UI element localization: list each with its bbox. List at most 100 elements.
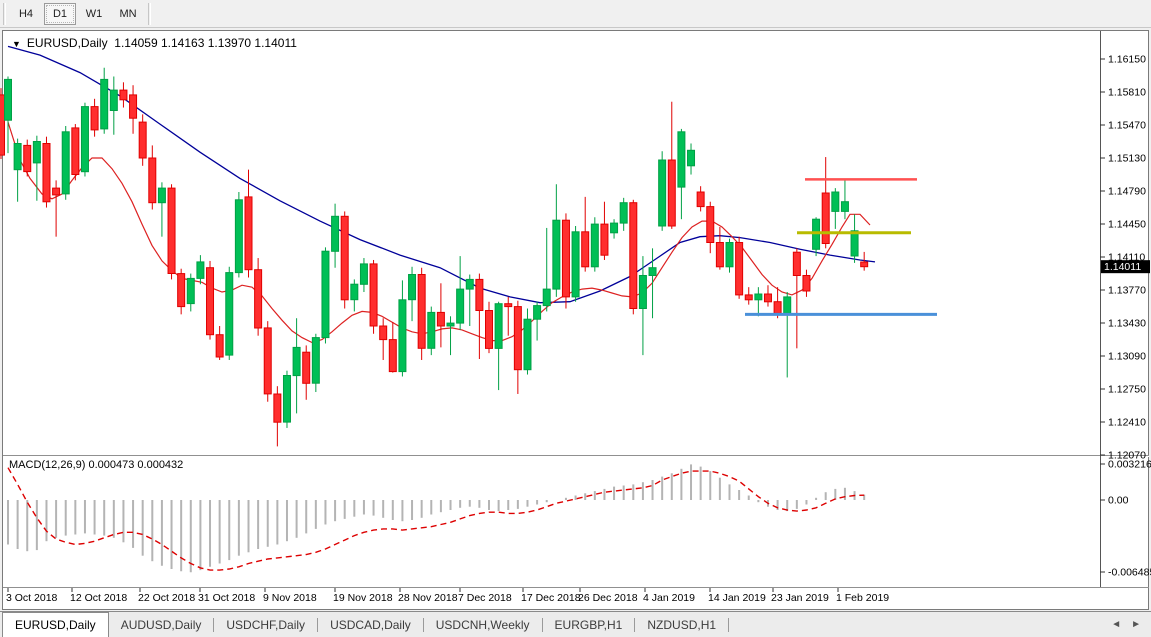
candle-body[interactable] (235, 200, 242, 273)
candle-body[interactable] (283, 376, 290, 423)
candle-body[interactable] (110, 90, 117, 110)
candle-body[interactable] (351, 284, 358, 300)
chart-canvas[interactable]: 1.161501.158101.154701.151301.147901.144… (0, 0, 1151, 611)
candle-body[interactable] (274, 394, 281, 422)
candle-body[interactable] (543, 289, 550, 306)
candle-body[interactable] (716, 243, 723, 267)
candle-body[interactable] (774, 302, 781, 314)
candle-body[interactable] (466, 279, 473, 289)
candle-body[interactable] (476, 279, 483, 310)
candle-body[interactable] (726, 243, 733, 267)
candle-body[interactable] (120, 90, 127, 100)
candle-body[interactable] (861, 262, 868, 267)
candle-body[interactable] (409, 275, 416, 300)
candle-body[interactable] (370, 264, 377, 326)
tab-scroll-right-icon[interactable]: ► (1131, 619, 1141, 630)
candle-body[interactable] (14, 144, 21, 170)
tab-usdchf-daily[interactable]: USDCHF,Daily (214, 612, 317, 637)
candle-body[interactable] (418, 275, 425, 349)
candle-body[interactable] (130, 95, 137, 118)
candle-body[interactable] (216, 335, 223, 357)
candle-body[interactable] (341, 216, 348, 299)
candle-body[interactable] (168, 188, 175, 273)
candle-body[interactable] (101, 79, 108, 128)
candle-body[interactable] (514, 307, 521, 370)
candle-body[interactable] (428, 312, 435, 348)
candle-body[interactable] (639, 276, 646, 309)
candle-body[interactable] (611, 223, 618, 233)
candle-body[interactable] (755, 294, 762, 300)
candle-body[interactable] (226, 273, 233, 356)
candle-body[interactable] (803, 276, 810, 292)
candle-body[interactable] (303, 352, 310, 383)
candle-body[interactable] (745, 295, 752, 300)
candle-body[interactable] (851, 231, 858, 256)
candle-body[interactable] (380, 326, 387, 340)
candle-body[interactable] (784, 297, 791, 314)
candle-body[interactable] (81, 107, 88, 172)
candle-body[interactable] (62, 132, 69, 194)
candle-body[interactable] (582, 232, 589, 267)
candle-body[interactable] (91, 107, 98, 130)
candle-body[interactable] (668, 160, 675, 226)
candle-body[interactable] (24, 145, 31, 171)
candle-body[interactable] (620, 203, 627, 223)
candle-body[interactable] (245, 197, 252, 270)
candle-body[interactable] (197, 262, 204, 279)
candle-body[interactable] (764, 294, 771, 302)
candle-body[interactable] (255, 270, 262, 328)
candle-body[interactable] (832, 192, 839, 211)
candle-body[interactable] (841, 202, 848, 212)
candle-body[interactable] (707, 207, 714, 243)
candle-body[interactable] (72, 128, 79, 175)
tab-scroll-left-icon[interactable]: ◄ (1111, 619, 1121, 630)
candle-body[interactable] (601, 224, 608, 255)
candle-body[interactable] (187, 278, 194, 303)
candle-body[interactable] (264, 328, 271, 394)
candle-body[interactable] (486, 311, 493, 349)
candle-body[interactable] (495, 304, 502, 349)
candle-body[interactable] (534, 306, 541, 320)
candle-body[interactable] (399, 300, 406, 372)
candle-body[interactable] (312, 338, 319, 384)
tab-eurusd-daily[interactable]: EURUSD,Daily (2, 612, 109, 637)
tab-audusd-daily[interactable]: AUDUSD,Daily (109, 612, 214, 637)
candle-body[interactable] (53, 188, 60, 195)
candle-body[interactable] (322, 251, 329, 337)
candle-body[interactable] (524, 319, 531, 370)
candle-body[interactable] (678, 132, 685, 187)
chevron-down-icon[interactable]: ▼ (12, 39, 21, 49)
candle-body[interactable] (139, 122, 146, 158)
candle-body[interactable] (457, 289, 464, 323)
candle-body[interactable] (33, 142, 40, 163)
candle-body[interactable] (5, 79, 12, 120)
candle-body[interactable] (822, 193, 829, 244)
candle-body[interactable] (360, 264, 367, 284)
candle-body[interactable] (562, 220, 569, 297)
candle-body[interactable] (505, 304, 512, 307)
candle-body[interactable] (697, 192, 704, 207)
candle-body[interactable] (43, 144, 50, 202)
candle-body[interactable] (553, 220, 560, 289)
candle-body[interactable] (293, 347, 300, 375)
candle-body[interactable] (649, 268, 656, 276)
candle-body[interactable] (591, 224, 598, 267)
candle-body[interactable] (736, 243, 743, 295)
candle-body[interactable] (332, 216, 339, 251)
tab-usdcnh-weekly[interactable]: USDCNH,Weekly (424, 612, 542, 637)
tab-eurgbp-h1[interactable]: EURGBP,H1 (543, 612, 635, 637)
candle-body[interactable] (178, 274, 185, 307)
candle-body[interactable] (389, 340, 396, 372)
candle-body[interactable] (149, 158, 156, 203)
candle-body[interactable] (572, 232, 579, 297)
candle-body[interactable] (0, 95, 5, 155)
candle-body[interactable] (207, 268, 214, 335)
candle-body[interactable] (158, 188, 165, 203)
candle-body[interactable] (688, 150, 695, 166)
tab-usdcad-daily[interactable]: USDCAD,Daily (318, 612, 423, 637)
candle-body[interactable] (447, 323, 454, 326)
candle-body[interactable] (659, 160, 666, 226)
candle-body[interactable] (437, 312, 444, 326)
tab-nzdusd-h1[interactable]: NZDUSD,H1 (635, 612, 728, 637)
candle-body[interactable] (630, 203, 637, 309)
